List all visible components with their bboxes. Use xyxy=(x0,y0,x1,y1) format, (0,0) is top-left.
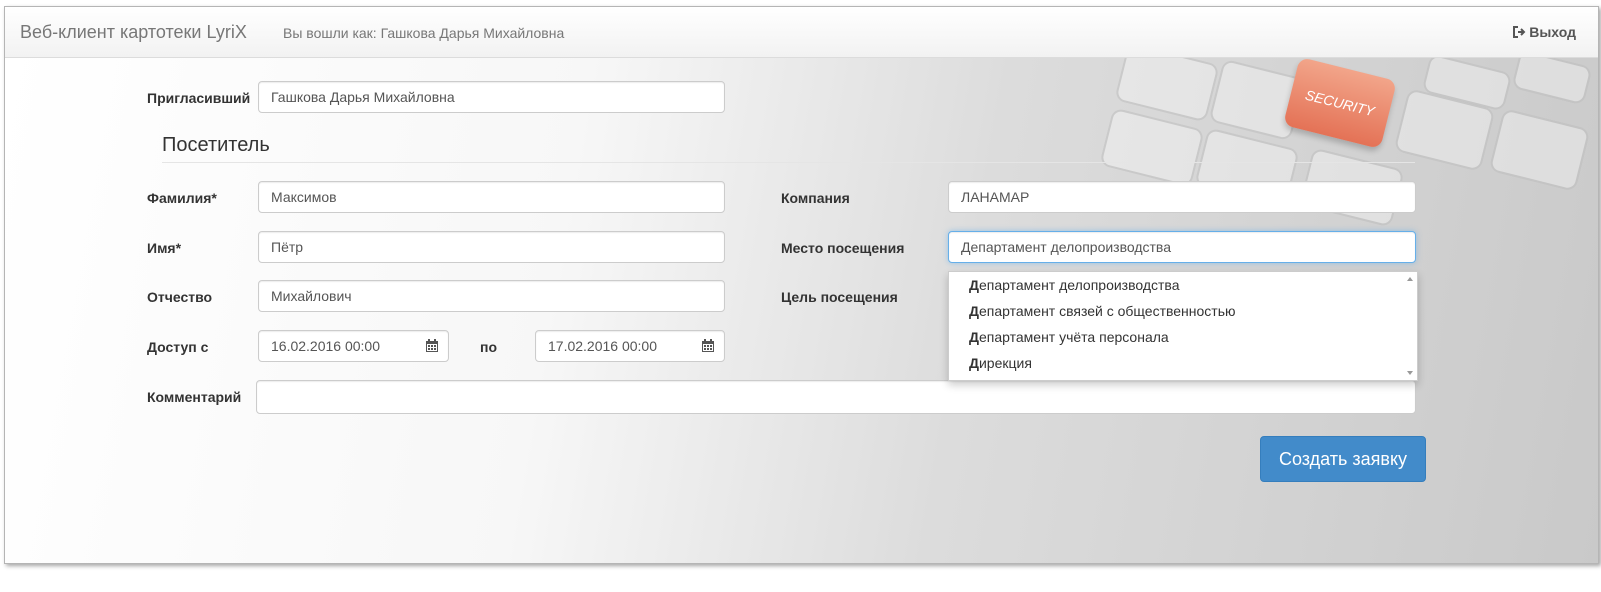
scroll-up-arrow-icon xyxy=(1407,277,1413,281)
visit-place-autocomplete: Департамент делопроизводства Департамент… xyxy=(948,271,1418,381)
inviter-label: Пригласивший xyxy=(147,90,251,106)
patronymic-field[interactable]: Михайлович xyxy=(258,280,725,312)
lastname-field[interactable]: Максимов xyxy=(258,181,725,213)
app-brand[interactable]: Веб-клиент картотеки LyriX xyxy=(20,22,247,43)
autocomplete-option[interactable]: Департамент делопроизводства xyxy=(949,272,1417,298)
background-key-decoration xyxy=(1511,58,1593,106)
comment-label: Комментарий xyxy=(147,389,242,405)
firstname-field[interactable]: Пётр xyxy=(258,231,725,263)
patronymic-label: Отчество xyxy=(147,289,213,305)
autocomplete-option[interactable]: Дирекция xyxy=(949,350,1417,376)
logout-icon xyxy=(1513,26,1526,38)
access-from-field[interactable]: 16.02.2016 00:00 xyxy=(258,330,449,362)
top-navbar: Веб-клиент картотеки LyriX Вы вошли как:… xyxy=(5,7,1598,58)
company-field[interactable]: ЛАНАМАР xyxy=(948,181,1416,213)
visit-place-field[interactable]: Департамент делопроизводства xyxy=(948,231,1416,263)
dropdown-scrollbar[interactable] xyxy=(1403,272,1417,380)
logged-in-user: Вы вошли как: Гашкова Дарья Михайловна xyxy=(283,25,565,41)
scroll-down-arrow-icon xyxy=(1407,371,1413,375)
logout-link[interactable]: Выход xyxy=(1512,24,1576,40)
company-label: Компания xyxy=(781,190,850,206)
visitor-section-title: Посетитель xyxy=(162,134,270,156)
section-divider xyxy=(162,162,1415,163)
lastname-label: Фамилия* xyxy=(147,190,217,206)
logout-label: Выход xyxy=(1529,24,1576,40)
security-key-decoration: SECURITY xyxy=(1283,58,1397,150)
visit-purpose-label: Цель посещения xyxy=(781,289,898,305)
calendar-icon[interactable] xyxy=(702,339,714,352)
access-to-value: 17.02.2016 00:00 xyxy=(548,338,657,354)
access-from-value: 16.02.2016 00:00 xyxy=(271,338,380,354)
create-request-button[interactable]: Создать заявку xyxy=(1260,436,1426,482)
background-key-decoration xyxy=(1488,108,1591,192)
access-to-field[interactable]: 17.02.2016 00:00 xyxy=(535,330,725,362)
firstname-label: Имя* xyxy=(147,240,182,256)
calendar-icon[interactable] xyxy=(426,339,438,352)
visit-place-label: Место посещения xyxy=(781,240,905,256)
main-content: SECURITY Пригласивший Гашкова Дарья Миха… xyxy=(5,58,1598,563)
autocomplete-option[interactable]: Департамент учёта персонала xyxy=(949,324,1417,350)
inviter-field[interactable]: Гашкова Дарья Михайловна xyxy=(258,81,725,113)
background-key-decoration xyxy=(1099,107,1205,188)
app-window: Веб-клиент картотеки LyriX Вы вошли как:… xyxy=(4,6,1599,564)
comment-textarea[interactable] xyxy=(256,380,1416,414)
access-to-label: по xyxy=(480,339,498,355)
access-from-label: Доступ с xyxy=(147,339,209,355)
autocomplete-option[interactable]: Департамент связей с общественностью xyxy=(949,298,1417,324)
